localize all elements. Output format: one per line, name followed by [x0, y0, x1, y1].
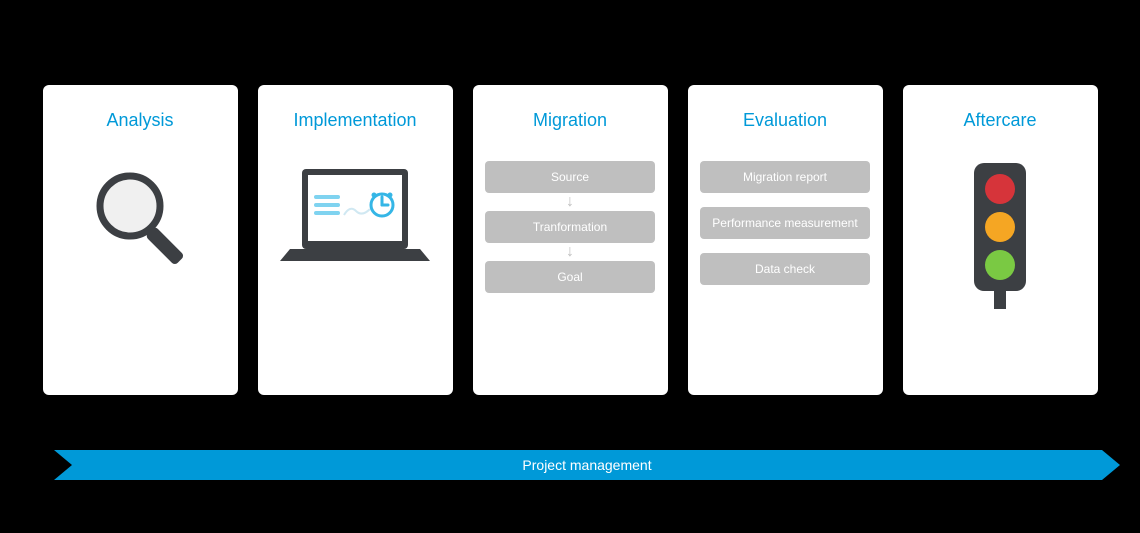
arrow-down-icon: ↓ — [566, 247, 574, 257]
migration-step-transformation: Tranformation — [485, 211, 655, 243]
cards-row: Analysis Implementation — [0, 0, 1140, 395]
card-body-implementation — [268, 161, 443, 385]
magnifier-icon — [80, 161, 200, 281]
card-analysis: Analysis — [43, 85, 238, 395]
card-implementation: Implementation — [258, 85, 453, 395]
card-title-implementation: Implementation — [293, 110, 416, 131]
card-body-analysis — [53, 161, 228, 385]
card-title-aftercare: Aftercare — [963, 110, 1036, 131]
card-title-migration: Migration — [533, 110, 607, 131]
project-management-banner: Project management — [54, 450, 1120, 480]
card-aftercare: Aftercare — [903, 85, 1098, 395]
card-body-migration: Source ↓ Tranformation ↓ Goal — [483, 161, 658, 385]
banner-label: Project management — [522, 457, 651, 473]
migration-step-source: Source — [485, 161, 655, 193]
evaluation-item-report: Migration report — [700, 161, 870, 193]
card-body-evaluation: Migration report Performance measurement… — [698, 161, 873, 385]
card-migration: Migration Source ↓ Tranformation ↓ Goal — [473, 85, 668, 395]
evaluation-item-datacheck: Data check — [700, 253, 870, 285]
card-title-evaluation: Evaluation — [743, 110, 827, 131]
traffic-light-icon — [960, 161, 1040, 311]
evaluation-item-performance: Performance measurement — [700, 207, 870, 239]
card-body-aftercare — [913, 161, 1088, 385]
card-evaluation: Evaluation Migration report Performance … — [688, 85, 883, 395]
card-title-analysis: Analysis — [106, 110, 173, 131]
laptop-icon — [280, 161, 430, 271]
migration-step-goal: Goal — [485, 261, 655, 293]
arrow-down-icon: ↓ — [566, 197, 574, 207]
